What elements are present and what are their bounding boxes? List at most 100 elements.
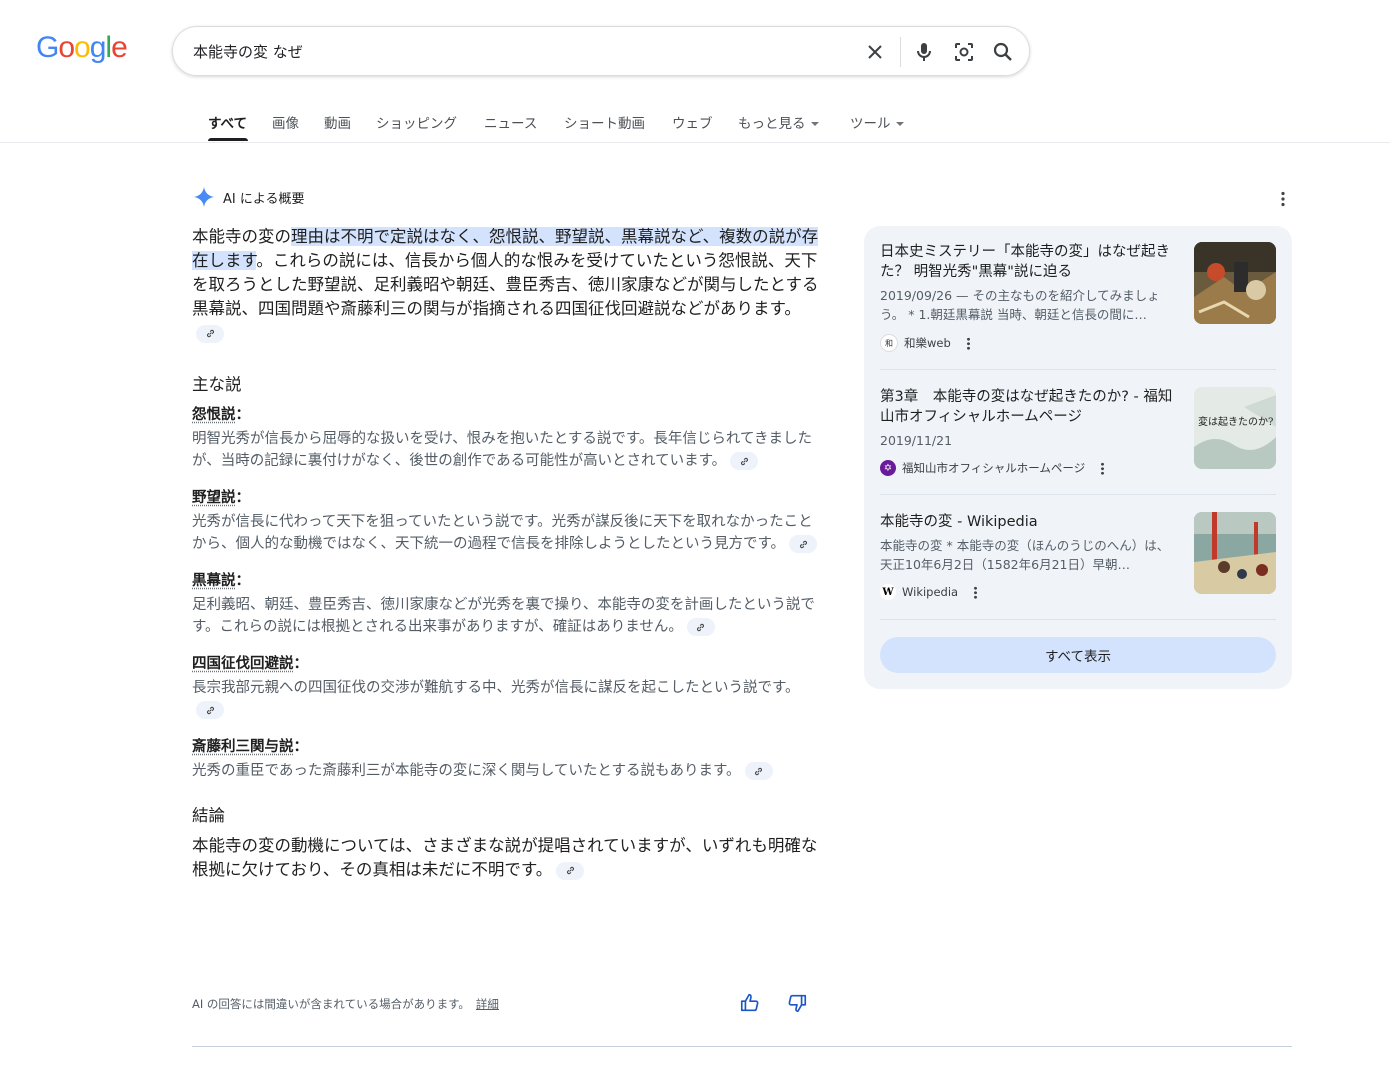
logo-letter: o — [58, 31, 75, 64]
theory-colon: ： — [235, 490, 251, 506]
theory-name: 斎藤利三関与説 — [192, 739, 294, 755]
source-link-chip[interactable] — [730, 452, 759, 470]
conclusion-heading: 結論 — [192, 806, 225, 825]
theory-name: 怨恨説 — [192, 407, 236, 423]
section-divider — [192, 1046, 1292, 1047]
source-divider — [880, 619, 1276, 620]
link-icon — [740, 457, 748, 465]
intro-text: 。これらの説には、信長から個人的な恨みを受けていたという怨恨説、天下を取ろうとし… — [192, 251, 819, 318]
theory-body: 明智光秀が信長から屈辱的な扱いを受け、恨みを抱いたとする説です。長年信じられてき… — [192, 431, 813, 469]
search-box[interactable]: 本能寺の変 なぜ — [172, 26, 1030, 76]
tab-more-label: もっと見る — [738, 116, 806, 132]
ai-disclaimer: AI の回答には間違いが含まれている場合があります。 詳細 — [192, 996, 499, 1012]
theory-name: 野望説 — [192, 490, 236, 506]
source-divider — [880, 369, 1276, 370]
thumbs-down-icon[interactable] — [786, 992, 808, 1014]
theory-title: 四国征伐回避説： — [192, 652, 822, 673]
site-favicon: 和 — [880, 334, 898, 352]
search-icon[interactable] — [991, 40, 1015, 64]
theory-text: 明智光秀が信長から屈辱的な扱いを受け、恨みを抱いたとする説です。長年信じられてき… — [192, 428, 822, 472]
source-thumbnail[interactable]: 変は起きたのか? — [1194, 387, 1276, 469]
source-snippet: 本能寺の変 * 本能寺の変（ほんのうじのへん）は、天正10年6月2日（1582年… — [880, 538, 1170, 572]
ai-overview-body: 本能寺の変の理由は不明で定説はなく、怨恨説、野望説、黒幕説など、複数の説が存在し… — [192, 225, 822, 882]
tab-more[interactable]: もっと見る — [738, 112, 819, 132]
active-tab-indicator — [208, 138, 248, 141]
source-title[interactable]: 本能寺の変 - Wikipedia — [880, 512, 1180, 532]
theory-body: 足利義昭、朝廷、豊臣秀吉、徳川家康などが光秀を裏で操り、本能寺の変を計画したとい… — [192, 597, 815, 635]
theory-body: 光秀が信長に代わって天下を狙っていたという説です。光秀が謀反後に天下を取れなかっ… — [192, 514, 813, 552]
source-card[interactable]: 第3章 本能寺の変はなぜ起きたのか? - 福知山市オフィシャルホームページ 20… — [880, 387, 1276, 476]
clear-icon[interactable] — [863, 40, 887, 64]
source-title[interactable]: 第3章 本能寺の変はなぜ起きたのか? - 福知山市オフィシャルホームページ — [880, 387, 1180, 427]
tab-web[interactable]: ウェブ — [672, 112, 713, 132]
tabs-divider — [0, 142, 1390, 143]
source-link-chip[interactable] — [789, 535, 818, 553]
source-link-chip[interactable] — [196, 701, 224, 719]
tab-images[interactable]: 画像 — [272, 112, 299, 132]
tab-videos[interactable]: 動画 — [324, 112, 351, 132]
sources-panel: 日本史ミステリー「本能寺の変」はなぜ起きた？ 明智光秀"黒幕"説に迫る 2019… — [864, 226, 1292, 689]
tab-news[interactable]: ニュース — [484, 112, 537, 132]
source-link-chip[interactable] — [556, 861, 585, 880]
chevron-down-icon — [895, 122, 904, 126]
theory-text: 足利義昭、朝廷、豊臣秀吉、徳川家康などが光秀を裏で操り、本能寺の変を計画したとい… — [192, 594, 822, 638]
details-link[interactable]: 詳細 — [476, 997, 499, 1011]
intro-text: 本能寺の変の — [192, 227, 291, 246]
ai-intro: 本能寺の変の理由は不明で定説はなく、怨恨説、野望説、黒幕説など、複数の説が存在し… — [192, 225, 822, 345]
microphone-icon[interactable] — [912, 40, 936, 64]
ukiyoe-thumbnail-image — [1194, 242, 1276, 324]
link-icon — [697, 623, 705, 631]
logo-letter: g — [89, 31, 107, 64]
link-icon — [566, 866, 574, 875]
more-options-icon[interactable] — [974, 585, 978, 599]
more-options-icon[interactable] — [1101, 461, 1105, 475]
link-icon — [799, 540, 807, 548]
theory-title: 斎藤利三関与説： — [192, 735, 822, 756]
link-icon — [206, 706, 214, 714]
logo-letter: G — [36, 31, 59, 64]
site-name: Wikipedia — [902, 585, 959, 599]
source-card[interactable]: 本能寺の変 - Wikipedia 本能寺の変 * 本能寺の変（ほんのうじのへん… — [880, 512, 1276, 600]
theory-name: 四国征伐回避説 — [192, 656, 294, 672]
ai-overview-header: AI による概要 — [193, 186, 304, 208]
link-icon — [755, 767, 763, 775]
source-link-chip[interactable] — [686, 618, 715, 636]
show-all-button[interactable]: すべて表示 — [880, 637, 1276, 673]
source-snippet: 2019/09/26 — その主なものを紹介してみましょう。 * 1.朝廷黒幕説… — [880, 288, 1160, 322]
logo-letter: o — [74, 31, 91, 64]
thumbs-up-icon[interactable] — [739, 992, 761, 1014]
source-link-chip[interactable] — [196, 324, 224, 343]
source-link-chip[interactable] — [744, 762, 773, 780]
tab-tools[interactable]: ツール — [850, 112, 904, 132]
link-icon — [206, 329, 214, 338]
theory-text: 光秀の重臣であった斎藤利三が本能寺の変に深く関与していたとする説もあります。 — [192, 760, 822, 782]
lens-icon[interactable] — [952, 40, 976, 64]
theory-title: 野望説： — [192, 486, 822, 507]
google-logo[interactable]: Google — [36, 31, 128, 65]
tab-tools-label: ツール — [850, 116, 891, 132]
more-options-icon[interactable] — [1274, 190, 1292, 208]
tab-shopping[interactable]: ショッピング — [376, 112, 457, 132]
source-site: 和 和樂web — [880, 334, 1276, 352]
disclaimer-text: AI の回答には間違いが含まれている場合があります。 — [192, 997, 470, 1011]
theory-colon: ： — [235, 573, 251, 589]
tab-short-videos[interactable]: ショート動画 — [564, 112, 645, 132]
thumbnail-text: 変は起きたのか? — [1198, 415, 1273, 428]
site-favicon: W — [880, 584, 896, 600]
theory-body: 光秀の重臣であった斎藤利三が本能寺の変に深く関与していたとする説もあります。 — [192, 763, 741, 779]
chapter-title-thumbnail-image: 変は起きたのか? — [1194, 387, 1276, 469]
search-input[interactable]: 本能寺の変 なぜ — [193, 41, 303, 62]
source-title[interactable]: 日本史ミステリー「本能寺の変」はなぜ起きた？ 明智光秀"黒幕"説に迫る — [880, 242, 1180, 282]
battle-painting-thumbnail-image — [1194, 512, 1276, 594]
search-divider — [900, 37, 901, 67]
source-thumbnail[interactable] — [1194, 242, 1276, 324]
theory-body: 長宗我部元親への四国征伐の交渉が難航する中、光秀が信長に謀反を起こしたという説で… — [192, 680, 800, 696]
source-card[interactable]: 日本史ミステリー「本能寺の変」はなぜ起きた？ 明智光秀"黒幕"説に迫る 2019… — [880, 242, 1276, 352]
site-favicon: ✡ — [880, 460, 896, 476]
source-thumbnail[interactable] — [1194, 512, 1276, 594]
site-name: 福知山市オフィシャルホームページ — [902, 461, 1086, 475]
source-snippet: 2019/11/21 — [880, 433, 953, 448]
theory-title: 黒幕説： — [192, 569, 822, 590]
tab-all[interactable]: すべて — [208, 112, 247, 132]
more-options-icon[interactable] — [966, 336, 970, 350]
